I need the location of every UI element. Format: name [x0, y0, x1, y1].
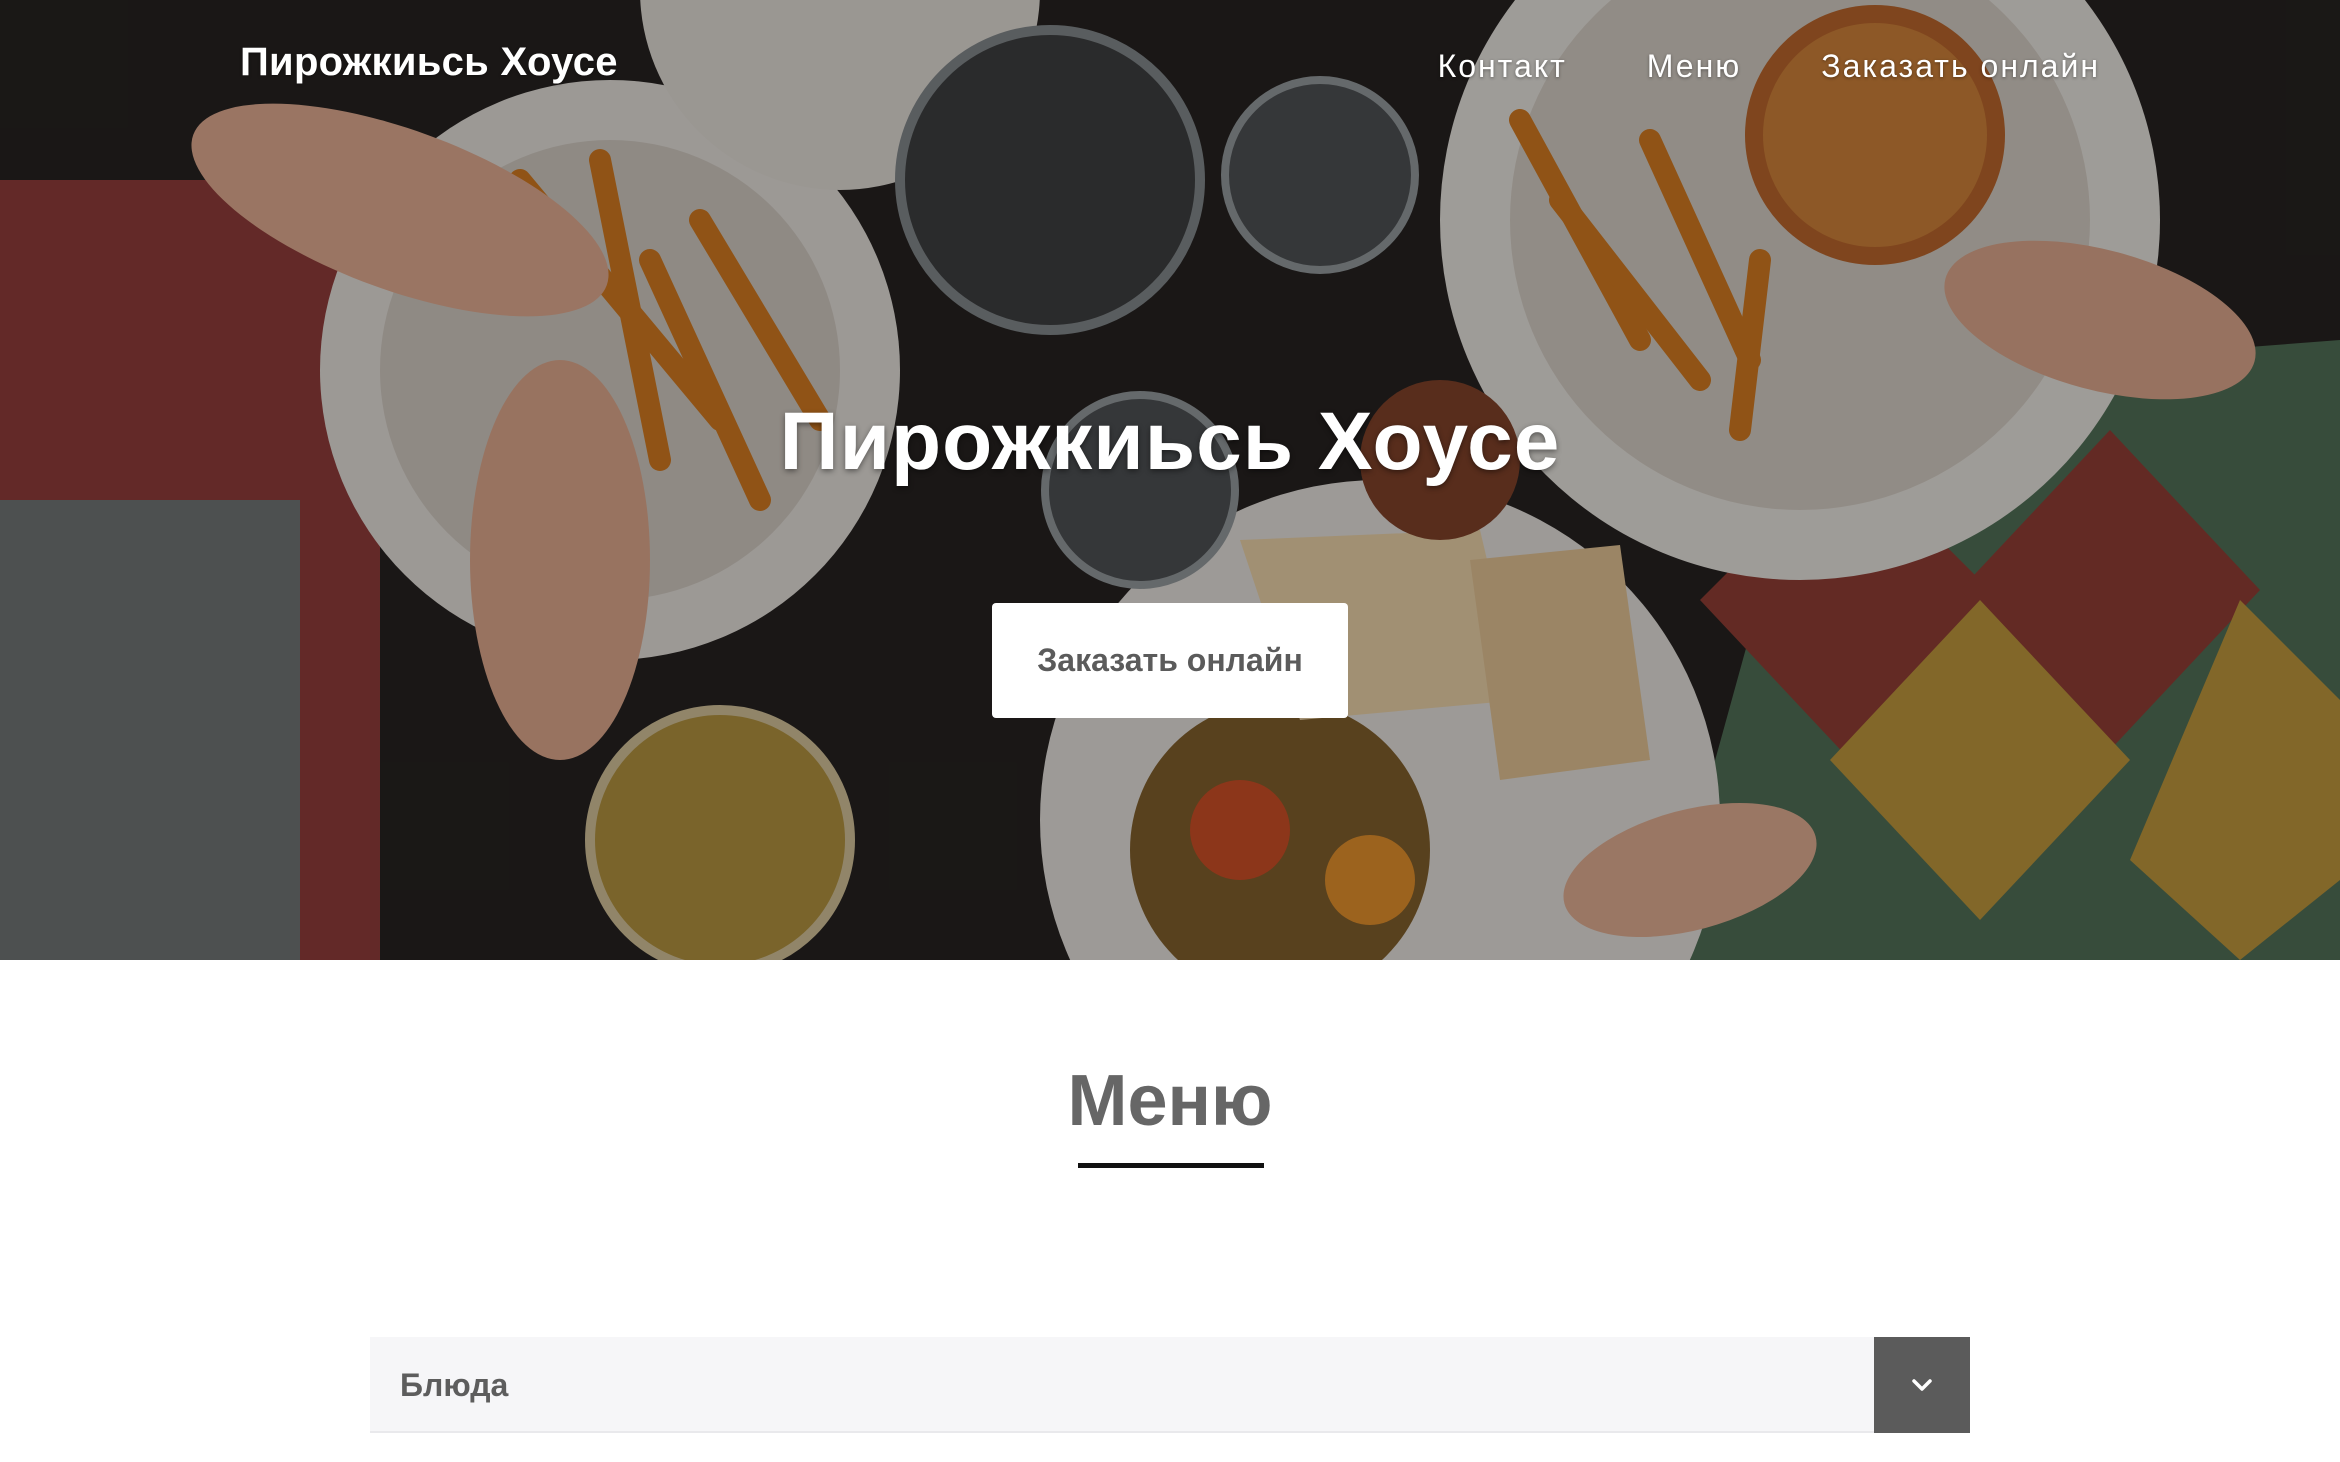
- page: Пирожкиьсь Хоусе Контакт Меню Заказать о…: [0, 0, 2340, 1462]
- accordion-toggle-button[interactable]: [1874, 1337, 1970, 1433]
- menu-category-label: Блюда: [400, 1366, 509, 1403]
- hero-section: Пирожкиьсь Хоусе Контакт Меню Заказать о…: [0, 0, 2340, 960]
- nav-link-order-online[interactable]: Заказать онлайн: [1821, 48, 2100, 85]
- nav-link-menu[interactable]: Меню: [1647, 48, 1741, 85]
- site-logo[interactable]: Пирожкиьсь Хоусе: [240, 40, 618, 85]
- menu-category-accordion[interactable]: Блюда: [370, 1337, 1970, 1433]
- chevron-down-icon: [1912, 1379, 1932, 1391]
- menu-heading: Меню: [1067, 1061, 1273, 1141]
- nav-link-contact[interactable]: Контакт: [1438, 48, 1567, 85]
- top-navigation: Пирожкиьсь Хоусе Контакт Меню Заказать о…: [0, 0, 2340, 140]
- main-nav: Контакт Меню Заказать онлайн: [1438, 48, 2100, 85]
- hero-title: Пирожкиьсь Хоусе: [779, 396, 1561, 487]
- order-online-button[interactable]: Заказать онлайн: [992, 603, 1348, 718]
- menu-heading-underline: [1078, 1163, 1264, 1168]
